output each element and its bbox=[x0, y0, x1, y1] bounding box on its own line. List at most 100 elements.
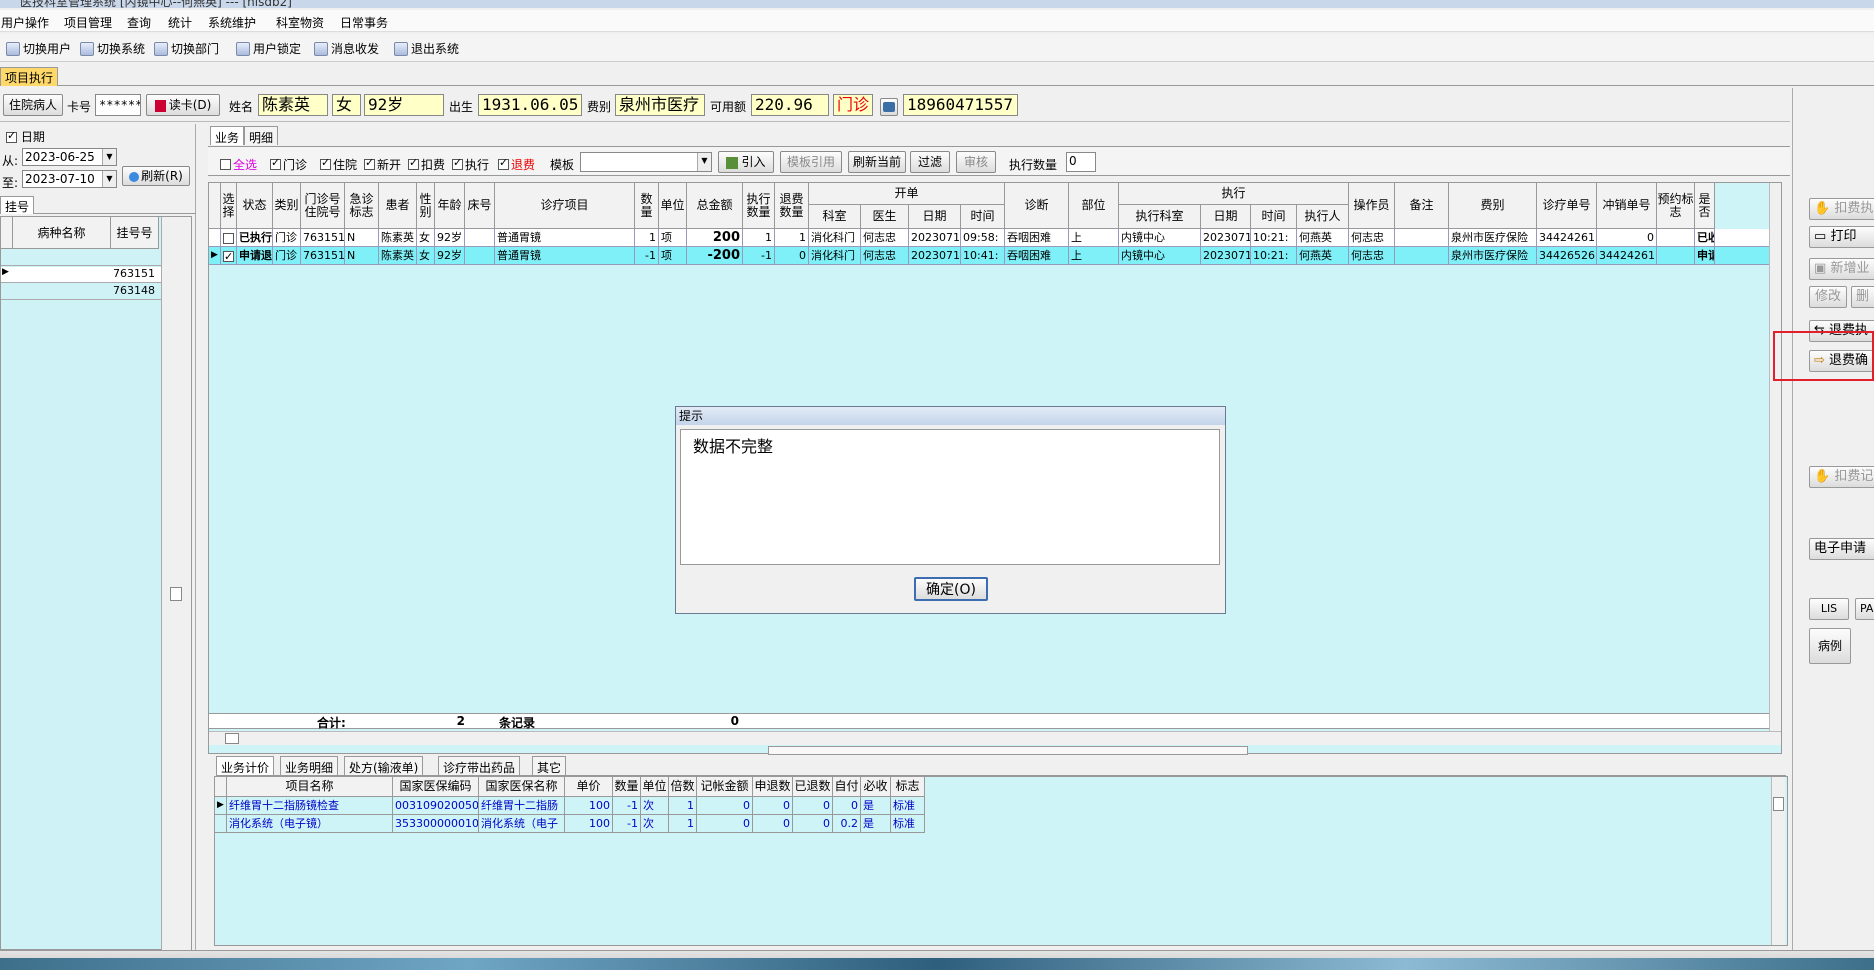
bottom-grid-scrollbar[interactable] bbox=[1771, 777, 1785, 945]
chevron-down-icon[interactable]: ▼ bbox=[102, 149, 116, 165]
select-all-checkbox[interactable]: 全选 bbox=[220, 156, 257, 173]
ok-button[interactable]: 确定(O) bbox=[914, 577, 988, 601]
left-grid-scrollbar[interactable] bbox=[161, 217, 191, 951]
scroll-thumb[interactable] bbox=[1773, 797, 1784, 811]
checkbox[interactable] bbox=[364, 156, 375, 170]
tab-drugs[interactable]: 诊疗带出药品 bbox=[438, 756, 521, 775]
refresh-button[interactable]: 刷新(R) bbox=[122, 166, 190, 186]
import-button[interactable]: 引入 bbox=[718, 151, 774, 173]
pacs-button[interactable]: PA bbox=[1855, 598, 1874, 620]
tab-project-exec[interactable]: 项目执行 bbox=[0, 67, 59, 86]
exec-qty-input[interactable]: 0 bbox=[1066, 152, 1096, 172]
cell-amount: -200 bbox=[687, 247, 743, 265]
tab-detail[interactable]: 明细 bbox=[244, 126, 279, 145]
lock-user-button[interactable]: 用户锁定 bbox=[236, 40, 301, 57]
checkbox[interactable] bbox=[408, 156, 419, 170]
cell-urgent: N bbox=[345, 229, 379, 247]
outpatient-checkbox[interactable]: 门诊 bbox=[270, 156, 307, 173]
grid-h-scrollbar[interactable] bbox=[209, 731, 1781, 745]
template-label: 模板 bbox=[550, 158, 575, 172]
audit-button[interactable]: 审核 bbox=[956, 151, 996, 173]
add-business-button[interactable]: ▣ 新增业 bbox=[1809, 258, 1874, 280]
visit-type-field: 门诊 bbox=[833, 94, 873, 116]
cell-site: 上 bbox=[1069, 229, 1119, 247]
charge-checkbox[interactable]: 扣费 bbox=[408, 156, 445, 173]
refund-checkbox[interactable]: 退费 bbox=[498, 156, 535, 173]
menu-user-ops[interactable]: 用户操作 bbox=[1, 14, 49, 31]
list-item[interactable] bbox=[1, 250, 161, 266]
case-button[interactable]: 病例 bbox=[1809, 628, 1851, 664]
date-checkbox[interactable] bbox=[6, 129, 17, 143]
chevron-down-icon[interactable]: ▼ bbox=[697, 153, 711, 171]
template-select[interactable]: ▼ bbox=[580, 152, 712, 172]
menu-dept-supplies[interactable]: 科室物资 bbox=[276, 14, 324, 31]
delete-button[interactable]: 删 bbox=[1851, 286, 1874, 308]
table-row[interactable]: ▶ 纤维胃十二指肠镜检查 003109020050 纤维胃十二指肠 100 -1… bbox=[215, 797, 1015, 815]
dept-icon bbox=[154, 41, 168, 56]
tab-business-detail[interactable]: 业务明细 bbox=[280, 756, 339, 775]
list-item[interactable]: 763148 bbox=[1, 284, 161, 300]
to-date-picker[interactable]: 2023-07-10 ▼ bbox=[22, 170, 117, 188]
new-checkbox[interactable]: 新开 bbox=[364, 156, 401, 173]
print-button[interactable]: ▭ 打印 bbox=[1809, 226, 1874, 248]
lis-button[interactable]: LIS bbox=[1809, 598, 1849, 620]
menu-sys-maint[interactable]: 系统维护 bbox=[208, 14, 256, 31]
checkbox[interactable] bbox=[452, 156, 463, 170]
table-row[interactable]: ▶ 申请退 门诊 7631514 N 陈素英 女 92岁 普通胃镜 -1 项 -… bbox=[209, 247, 1781, 265]
tab-other[interactable]: 其它 bbox=[532, 756, 567, 775]
row-checkbox[interactable] bbox=[223, 232, 234, 244]
exec-qty-label: 执行数量 bbox=[1009, 158, 1058, 172]
chevron-down-icon[interactable]: ▼ bbox=[102, 171, 116, 187]
col-qty: 数量 bbox=[635, 183, 659, 229]
switch-user-button[interactable]: 切换用户 bbox=[6, 40, 71, 57]
filter-button[interactable]: 过滤 bbox=[910, 151, 950, 173]
charge-exec-button[interactable]: ✋ 扣费执 bbox=[1809, 198, 1874, 220]
cell-unit-price: 100 bbox=[565, 815, 613, 833]
col-required: 必收 bbox=[861, 777, 891, 797]
e-request-button[interactable]: 电子申请 bbox=[1809, 538, 1874, 560]
cell-time: 10:41: bbox=[961, 247, 1005, 265]
col-visit-no: 门诊号住院号 bbox=[301, 183, 345, 229]
list-item[interactable]: ▶ 763151 bbox=[1, 267, 161, 283]
grid-v-scrollbar[interactable] bbox=[1769, 183, 1781, 731]
template-ref-button[interactable]: 模板引用 bbox=[780, 151, 842, 173]
switch-dept-button[interactable]: 切换部门 bbox=[154, 40, 219, 57]
cell-flag: 申请 bbox=[1695, 247, 1715, 265]
edit-button[interactable]: 修改 bbox=[1809, 286, 1847, 308]
scroll-thumb[interactable] bbox=[225, 733, 239, 744]
read-card-button[interactable]: 读卡(D) bbox=[146, 94, 220, 116]
tab-business[interactable]: 业务 bbox=[210, 126, 245, 145]
menu-project-mgmt[interactable]: 项目管理 bbox=[64, 14, 112, 31]
menu-query[interactable]: 查询 bbox=[127, 14, 151, 31]
refresh-current-button[interactable]: 刷新当前 bbox=[848, 151, 906, 173]
inpatient-checkbox[interactable]: 住院 bbox=[320, 156, 357, 173]
checkbox[interactable] bbox=[220, 159, 231, 170]
table-row[interactable]: 已执行 门诊 7631514 N 陈素英 女 92岁 普通胃镜 1 项 200 … bbox=[209, 229, 1781, 247]
splitter-handle[interactable] bbox=[768, 746, 1248, 755]
tab-pricing[interactable]: 业务计价 bbox=[216, 756, 275, 775]
table-row[interactable]: 消化系统（电子镜） 353300000010 消化系统（电子 100 -1 次 … bbox=[215, 815, 1015, 833]
scroll-thumb[interactable] bbox=[170, 587, 182, 601]
execute-checkbox[interactable]: 执行 bbox=[452, 156, 489, 173]
cell-exec-date: 20230710 bbox=[1201, 247, 1251, 265]
menu-stats[interactable]: 统计 bbox=[168, 14, 192, 31]
card-field[interactable]: ****** bbox=[95, 94, 141, 116]
checkbox[interactable] bbox=[270, 156, 281, 170]
menu-daily[interactable]: 日常事务 bbox=[340, 14, 388, 31]
from-date-picker[interactable]: 2023-06-25 ▼ bbox=[22, 148, 117, 166]
cell-required: 是 bbox=[861, 815, 891, 833]
switch-system-button[interactable]: 切换系统 bbox=[80, 40, 145, 57]
hand-icon: ✋ bbox=[1814, 201, 1831, 216]
checkbox[interactable] bbox=[498, 156, 509, 170]
row-checkbox[interactable] bbox=[223, 248, 234, 265]
charge-record-button[interactable]: ✋ 扣费记 bbox=[1809, 466, 1874, 488]
messages-button[interactable]: 消息收发 bbox=[314, 40, 379, 57]
grid-corner bbox=[209, 183, 221, 229]
inpatient-button[interactable]: 住院病人 bbox=[3, 94, 63, 116]
tab-prescription[interactable]: 处方(输液单) bbox=[344, 756, 424, 775]
date-filter-checkbox[interactable]: 日期 bbox=[6, 128, 45, 145]
phone-button[interactable] bbox=[880, 98, 898, 116]
checkbox[interactable] bbox=[320, 156, 331, 170]
tab-registration[interactable]: 挂号 bbox=[0, 196, 35, 214]
exit-system-button[interactable]: 退出系统 bbox=[394, 40, 459, 57]
